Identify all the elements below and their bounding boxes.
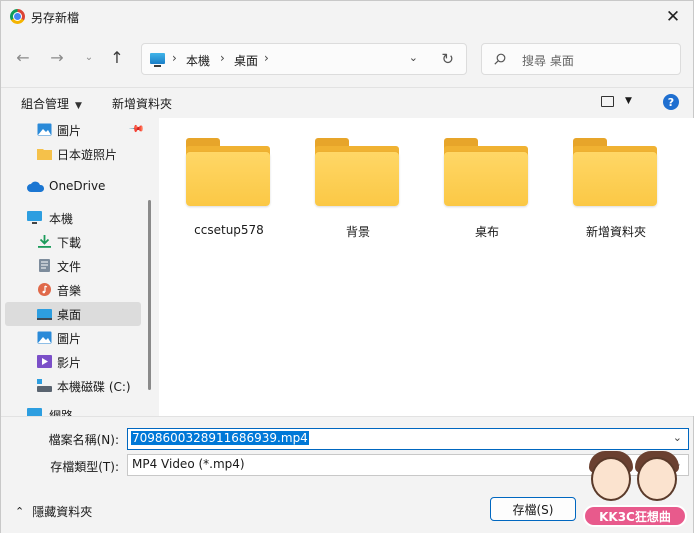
new-folder-button[interactable]: 新增資料夾: [112, 95, 172, 112]
sidebar-item-music[interactable]: 音樂: [5, 278, 141, 302]
watermark-face: [591, 457, 631, 501]
recent-chevron-icon[interactable]: ⌄: [79, 47, 99, 67]
watermark-logo: KK3C狂想曲: [579, 449, 691, 531]
sidebar-item-this-pc[interactable]: 本機: [5, 206, 141, 230]
folder-label: ccsetup578: [194, 223, 264, 237]
folder-icon-front: [573, 152, 657, 206]
folder-icon: [37, 149, 52, 160]
sidebar-item-label: 桌面: [57, 307, 82, 322]
filename-value: 7098600328911686939.mp4: [131, 431, 309, 445]
title-bar: 另存新檔 ✕: [1, 1, 693, 33]
documents-icon: [39, 259, 50, 272]
command-bar: 組合管理 ▼ 新增資料夾 ▼ ?: [1, 87, 693, 117]
sidebar-item-label: 文件: [57, 259, 82, 274]
folder-item[interactable]: ccsetup578: [169, 138, 279, 248]
sidebar-item-japan-photos[interactable]: 日本遊照片: [5, 142, 141, 166]
filetype-value: MP4 Video (*.mp4): [132, 457, 245, 471]
network-icon: [27, 408, 42, 416]
sidebar-item-label: 本機: [49, 211, 74, 226]
window-title: 另存新檔: [31, 11, 80, 25]
watermark-face: [637, 457, 677, 501]
sidebar-item-label: 音樂: [57, 283, 82, 298]
filename-field[interactable]: 7098600328911686939.mp4 ⌄: [127, 428, 689, 450]
filetype-label: 存檔類型(T):: [50, 460, 119, 474]
navigation-pane: 圖片 📌 日本遊照片 OneDrive 本機 下載 文件 音樂 桌面 圖片 影片…: [1, 118, 157, 416]
back-arrow-icon[interactable]: ←: [13, 47, 33, 67]
view-options-icon[interactable]: [601, 96, 614, 107]
onedrive-icon: [27, 181, 45, 192]
file-list: ccsetup578 背景 桌布 新增資料夾: [159, 118, 694, 416]
folder-icon-front: [315, 152, 399, 206]
close-button[interactable]: ✕: [661, 5, 685, 29]
hide-folders-toggle[interactable]: ⌃ 隱藏資料夾: [15, 503, 92, 520]
folder-label: 新增資料夾: [585, 225, 646, 239]
address-bar[interactable]: › 本機 › 桌面 › ⌄ ↻: [141, 43, 467, 75]
sidebar-item-label: 網路: [49, 408, 74, 417]
sidebar-item-label: 圖片: [57, 123, 82, 138]
refresh-icon[interactable]: ↻: [441, 50, 454, 68]
forward-arrow-icon[interactable]: →: [47, 47, 67, 67]
desktop-icon: [37, 309, 52, 320]
music-icon: [38, 283, 51, 296]
breadcrumb-desktop[interactable]: 桌面: [234, 52, 258, 69]
sidebar-item-videos[interactable]: 影片: [5, 350, 141, 374]
hide-folders-label: 隱藏資料夾: [32, 505, 93, 519]
sidebar-scrollbar[interactable]: [148, 200, 151, 390]
organize-label: 組合管理: [21, 97, 70, 111]
folder-label: 背景: [345, 225, 370, 239]
folder-item[interactable]: 桌布: [427, 138, 537, 248]
chevron-up-icon: ⌃: [15, 505, 25, 518]
pictures-icon: [37, 123, 52, 136]
caret-down-icon[interactable]: ▼: [625, 96, 632, 106]
drive-icon: [37, 379, 52, 392]
pictures-icon: [37, 331, 52, 344]
search-placeholder: 搜尋 桌面: [522, 54, 574, 68]
sidebar-item-downloads[interactable]: 下載: [5, 230, 141, 254]
folder-item[interactable]: 背景: [298, 138, 408, 248]
pin-icon[interactable]: 📌: [128, 121, 145, 138]
sidebar-item-label: 下載: [57, 235, 82, 250]
watermark-text: KK3C狂想曲: [583, 505, 687, 527]
chevron-right-icon[interactable]: ›: [220, 51, 225, 65]
videos-icon: [37, 355, 52, 368]
chevron-right-icon[interactable]: ›: [172, 51, 177, 65]
up-arrow-icon[interactable]: ↑: [107, 47, 127, 67]
chevron-down-icon[interactable]: ⌄: [673, 431, 682, 444]
sidebar-item-desktop[interactable]: 桌面: [5, 302, 141, 326]
sidebar-item-onedrive[interactable]: OneDrive: [5, 174, 141, 198]
sidebar-item-label: 日本遊照片: [57, 147, 118, 162]
sidebar-item-label: OneDrive: [49, 179, 106, 193]
chrome-icon: [10, 9, 25, 24]
this-pc-icon: [27, 211, 42, 224]
this-pc-icon: [150, 53, 165, 67]
save-as-dialog: 另存新檔 ✕ ← → ⌄ ↑ › 本機 › 桌面 › ⌄ ↻ 搜尋 桌面 組合管…: [0, 0, 694, 533]
navigation-bar: ← → ⌄ ↑ › 本機 › 桌面 › ⌄ ↻ 搜尋 桌面: [1, 37, 693, 79]
caret-down-icon: ▼: [75, 101, 82, 111]
folder-label: 桌布: [474, 225, 499, 239]
organize-menu[interactable]: 組合管理 ▼: [21, 95, 82, 112]
sidebar-item-documents[interactable]: 文件: [5, 254, 141, 278]
save-button[interactable]: 存檔(S): [490, 497, 576, 521]
folder-icon-front: [444, 152, 528, 206]
breadcrumb-this-pc[interactable]: 本機: [186, 52, 210, 69]
sidebar-item-label: 本機磁碟 (C:): [57, 379, 131, 394]
sidebar-item-local-disk[interactable]: 本機磁碟 (C:): [5, 374, 141, 398]
chevron-down-icon[interactable]: ⌄: [409, 51, 418, 64]
search-icon: [494, 53, 506, 65]
folder-item[interactable]: 新增資料夾: [556, 138, 666, 248]
sidebar-item-pictures[interactable]: 圖片: [5, 326, 141, 350]
folder-icon-front: [186, 152, 270, 206]
download-icon: [38, 235, 51, 248]
sidebar-item-network[interactable]: 網路: [5, 403, 141, 416]
filename-label: 檔案名稱(N):: [48, 433, 119, 447]
sidebar-item-pictures-quick[interactable]: 圖片 📌: [5, 118, 145, 142]
sidebar-item-label: 圖片: [57, 331, 82, 346]
search-input[interactable]: 搜尋 桌面: [481, 43, 681, 75]
sidebar-item-label: 影片: [57, 355, 82, 370]
help-icon[interactable]: ?: [663, 94, 679, 110]
chevron-right-icon[interactable]: ›: [264, 51, 269, 65]
